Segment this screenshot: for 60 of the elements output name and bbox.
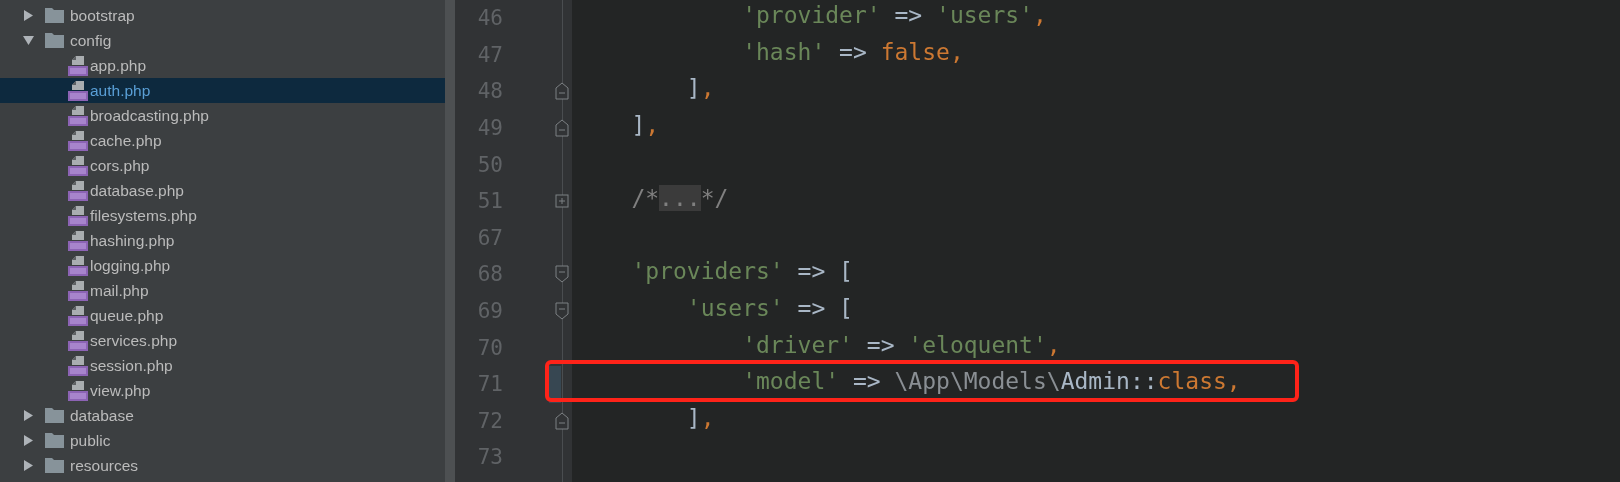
folder-icon (45, 433, 64, 448)
tree-item[interactable]: services.php (0, 328, 445, 353)
fold-end-icon[interactable] (555, 119, 569, 138)
expanded-arrow-icon[interactable] (23, 35, 34, 46)
tree-item[interactable]: session.php (0, 353, 445, 378)
tree-item[interactable]: filesystems.php (0, 203, 445, 228)
code-line: ], (686, 75, 715, 102)
tree-item[interactable]: logging.php (0, 253, 445, 278)
code-line: 'provider' => 'users', (742, 2, 1047, 29)
code-line: ], (631, 112, 660, 139)
php-file-icon (68, 355, 88, 376)
php-file-icon (68, 205, 88, 226)
tree-item[interactable]: resources (0, 453, 445, 478)
fold-end-icon[interactable] (555, 82, 569, 101)
fold-start-icon[interactable] (555, 265, 569, 284)
tree-item[interactable]: hashing.php (0, 228, 445, 253)
tree-item[interactable]: mail.php (0, 278, 445, 303)
tree-item[interactable]: app.php (0, 53, 445, 78)
code-line: 'users' => [ (686, 295, 853, 322)
code-line: /*...*/ (631, 185, 729, 212)
code-line: ], (686, 404, 715, 431)
php-file-icon (68, 155, 88, 176)
php-file-icon (68, 280, 88, 301)
scrollbar[interactable] (445, 0, 455, 482)
php-file-icon (68, 80, 88, 101)
code-line: 'model' => \App\Models\Admin::class, (742, 368, 1241, 395)
tree-item[interactable]: bootstrap (0, 3, 445, 28)
tree-item[interactable]: config (0, 28, 445, 53)
tree-item[interactable]: auth.php (0, 78, 445, 103)
code-line: 'hash' => false, (742, 38, 964, 65)
collapsed-arrow-icon[interactable] (23, 410, 34, 421)
fold-start-icon[interactable] (555, 302, 569, 321)
collapsed-arrow-icon[interactable] (23, 435, 34, 446)
php-file-icon (68, 305, 88, 326)
php-file-icon (68, 230, 88, 251)
code-line: 'providers' => [ (631, 258, 853, 285)
tree-item[interactable]: broadcasting.php (0, 103, 445, 128)
php-file-icon (68, 105, 88, 126)
fold-end-icon[interactable] (555, 411, 569, 430)
tree-item[interactable]: cors.php (0, 153, 445, 178)
tree-item[interactable]: public (0, 428, 445, 453)
tree-item[interactable]: view.php (0, 378, 445, 403)
php-file-icon (68, 55, 88, 76)
fold-expand-icon[interactable] (555, 192, 569, 211)
folder-icon (45, 408, 64, 423)
collapsed-arrow-icon[interactable] (23, 10, 34, 21)
php-file-icon (68, 380, 88, 401)
collapsed-arrow-icon[interactable] (23, 460, 34, 471)
tree-item[interactable]: cache.php (0, 128, 445, 153)
tree-item[interactable]: queue.php (0, 303, 445, 328)
php-file-icon (68, 255, 88, 276)
php-file-icon (68, 180, 88, 201)
php-file-icon (68, 330, 88, 351)
tree-item[interactable]: database.php (0, 178, 445, 203)
tree-item[interactable]: database (0, 403, 445, 428)
folder-icon (45, 8, 64, 23)
php-file-icon (68, 130, 88, 151)
code-line: 'driver' => 'eloquent', (742, 331, 1061, 358)
folder-icon (45, 33, 64, 48)
folder-icon (45, 458, 64, 473)
